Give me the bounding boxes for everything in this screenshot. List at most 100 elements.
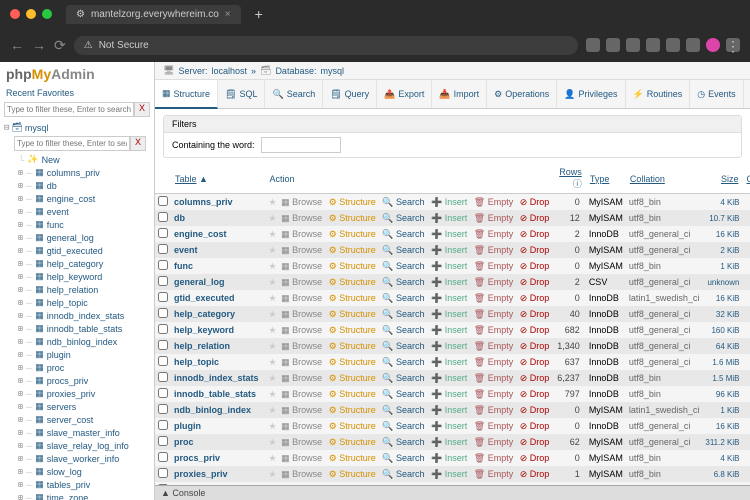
browse-action[interactable]: ▦ Browse [279,453,324,463]
col-size[interactable]: Size [721,174,739,184]
expand-icon[interactable]: ⊞ [18,480,23,489]
search-action[interactable]: 🔍 Search [380,421,426,431]
search-action[interactable]: 🔍 Search [380,245,426,255]
help-icon[interactable]: ⓘ [573,179,582,189]
drop-action[interactable]: ⊘ Drop [518,293,552,303]
empty-action[interactable]: 🗑 Empty [472,325,515,335]
empty-action[interactable]: 🗑 Empty [472,229,515,239]
tree-table-item[interactable]: ⊞─▦slave_worker_info [18,452,150,465]
browse-action[interactable]: ▦ Browse [279,421,324,431]
row-checkbox[interactable] [158,388,168,398]
row-checkbox[interactable] [158,340,168,350]
row-checkbox[interactable] [158,404,168,414]
drop-action[interactable]: ⊘ Drop [518,357,552,367]
search-action[interactable]: 🔍 Search [380,341,426,351]
expand-icon[interactable]: ⊞ [18,428,23,437]
window-maximize-icon[interactable] [42,9,52,19]
expand-icon[interactable]: ⊞ [18,298,23,307]
browse-action[interactable]: ▦ Browse [279,261,324,271]
expand-icon[interactable]: ⊞ [18,350,23,359]
breadcrumb-server[interactable]: localhost [211,66,247,76]
tree-table-item[interactable]: ⊞─▦event [18,205,150,218]
empty-action[interactable]: 🗑 Empty [472,389,515,399]
drop-action[interactable]: ⊘ Drop [518,229,552,239]
browse-action[interactable]: ▦ Browse [279,229,324,239]
search-action[interactable]: 🔍 Search [380,325,426,335]
row-checkbox[interactable] [158,212,168,222]
favorite-star-icon[interactable]: ★ [269,373,277,383]
table-name-link[interactable]: db [174,213,185,223]
tree-new-item[interactable]: └ ✨ New [18,153,150,166]
tab-export[interactable]: 📤Export [377,80,432,108]
drop-action[interactable]: ⊘ Drop [518,197,552,207]
empty-action[interactable]: 🗑 Empty [472,373,515,383]
tree-filter-input[interactable] [4,102,134,117]
window-minimize-icon[interactable] [26,9,36,19]
col-type[interactable]: Type [590,174,610,184]
tree-table-item[interactable]: ⊞─▦help_topic [18,296,150,309]
favorite-star-icon[interactable]: ★ [269,213,277,223]
empty-action[interactable]: 🗑 Empty [472,277,515,287]
drop-action[interactable]: ⊘ Drop [518,469,552,479]
drop-action[interactable]: ⊘ Drop [518,261,552,271]
search-action[interactable]: 🔍 Search [380,277,426,287]
ext-icon[interactable] [666,38,680,52]
empty-action[interactable]: 🗑 Empty [472,213,515,223]
favorite-star-icon[interactable]: ★ [269,341,277,351]
forward-button[interactable]: → [32,37,46,53]
tab-routines[interactable]: ⚡Routines [626,80,691,108]
tree-table-item[interactable]: ⊞─▦help_relation [18,283,150,296]
profile-avatar[interactable] [706,38,720,52]
col-overhead[interactable]: Overhead [746,174,750,184]
insert-action[interactable]: ➕ Insert [429,293,469,303]
expand-icon[interactable]: ⊞ [18,454,23,463]
tree-table-item[interactable]: ⊞─▦slow_log [18,465,150,478]
expand-icon[interactable]: ⊞ [18,207,23,216]
favorite-star-icon[interactable]: ★ [269,197,277,207]
favorite-star-icon[interactable]: ★ [269,309,277,319]
favorite-star-icon[interactable]: ★ [269,277,277,287]
tab-close-icon[interactable]: × [225,9,231,20]
browse-action[interactable]: ▦ Browse [279,357,324,367]
ext-icon[interactable] [606,38,620,52]
structure-action[interactable]: ⚙ Structure [327,453,378,463]
drop-action[interactable]: ⊘ Drop [518,245,552,255]
expand-icon[interactable]: ⊞ [18,246,23,255]
drop-action[interactable]: ⊘ Drop [518,325,552,335]
insert-action[interactable]: ➕ Insert [429,197,469,207]
insert-action[interactable]: ➕ Insert [429,469,469,479]
browse-action[interactable]: ▦ Browse [279,405,324,415]
empty-action[interactable]: 🗑 Empty [472,261,515,271]
drop-action[interactable]: ⊘ Drop [518,341,552,351]
tab-import[interactable]: 📥Import [432,80,487,108]
clear-filter-button[interactable]: X [134,102,150,117]
browse-action[interactable]: ▦ Browse [279,437,324,447]
new-tab-button[interactable]: + [255,6,263,22]
ext-icon[interactable] [686,38,700,52]
tree-database[interactable]: ⊟ 🗃 mysql [4,121,150,134]
favorite-star-icon[interactable]: ★ [269,405,277,415]
tree-table-item[interactable]: ⊞─▦help_category [18,257,150,270]
window-close-icon[interactable] [10,9,20,19]
tree-table-item[interactable]: ⊞─▦help_keyword [18,270,150,283]
favorite-star-icon[interactable]: ★ [269,261,277,271]
browse-action[interactable]: ▦ Browse [279,469,324,479]
structure-action[interactable]: ⚙ Structure [327,421,378,431]
tree-table-item[interactable]: ⊞─▦slave_master_info [18,426,150,439]
tree-table-item[interactable]: ⊞─▦columns_priv [18,166,150,179]
table-name-link[interactable]: procs_priv [174,453,220,463]
table-name-link[interactable]: innodb_table_stats [174,389,256,399]
tree-table-item[interactable]: ⊞─▦proc [18,361,150,374]
structure-action[interactable]: ⚙ Structure [327,277,378,287]
ext-icon[interactable] [626,38,640,52]
empty-action[interactable]: 🗑 Empty [472,245,515,255]
expand-icon[interactable]: ⊞ [18,194,23,203]
row-checkbox[interactable] [158,308,168,318]
insert-action[interactable]: ➕ Insert [429,373,469,383]
expand-icon[interactable]: ⊞ [18,337,23,346]
table-name-link[interactable]: proc [174,437,194,447]
tree-table-item[interactable]: ⊞─▦plugin [18,348,150,361]
drop-action[interactable]: ⊘ Drop [518,453,552,463]
search-action[interactable]: 🔍 Search [380,453,426,463]
empty-action[interactable]: 🗑 Empty [472,405,515,415]
